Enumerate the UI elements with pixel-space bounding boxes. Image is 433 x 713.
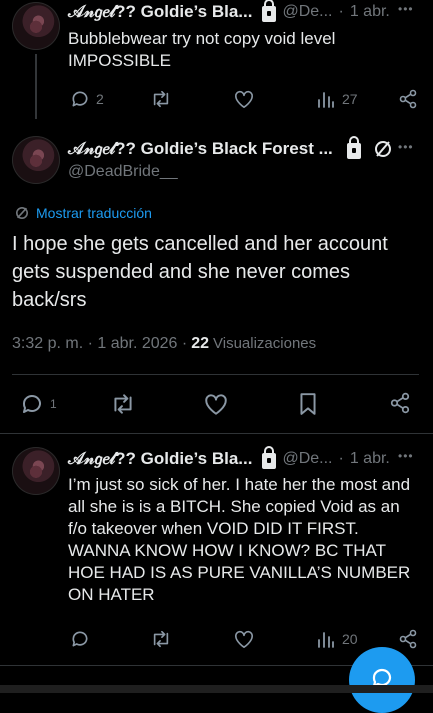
display-name[interactable]: 𝒜𝓃𝑔𝑒𝓁?? Goldie’s Black Forest ... [68,139,333,159]
bookmark-icon [297,392,319,416]
separator-dot: · [338,450,344,467]
translate-icon [14,205,30,221]
share-button[interactable] [389,392,411,414]
post-time[interactable]: 1 abr. [350,450,390,468]
views-icon [316,629,336,649]
share-icon [389,392,411,414]
views-button[interactable]: 20 [316,629,358,649]
like-button[interactable] [233,629,255,649]
lock-icon [262,0,277,22]
post-text: I’m just so sick of her. I hate her the … [68,475,411,604]
reply-button[interactable]: 1 [20,392,57,416]
handle[interactable]: @De... [282,3,332,21]
handle[interactable]: @DeadBride__ [68,163,178,181]
views-count: 27 [342,91,358,107]
avatar[interactable] [12,2,60,50]
post-text: I hope she gets cancelled and her accoun… [12,233,388,311]
bookmark-button[interactable] [297,392,319,416]
post-header: 𝒜𝓃𝑔𝑒𝓁?? Goldie’s Bla... @De... · 1 abr. [68,446,390,469]
separator-dot: · [338,3,344,20]
reply-icon [20,392,44,416]
show-translation-link[interactable]: Mostrar traducción [14,205,152,221]
views-icon [316,89,336,109]
post-time[interactable]: 1 abr. [350,3,390,21]
avatar[interactable] [12,447,60,495]
repost-icon [110,392,136,416]
lock-icon [262,446,277,469]
handle[interactable]: @De... [282,450,332,468]
repost-icon [150,89,172,109]
divider [0,433,433,434]
like-button[interactable] [203,392,229,416]
timestamp[interactable]: 3:32 p. m. · 1 abr. 2026 · [12,335,187,353]
lock-icon [346,136,361,159]
post-text: Bubblebwear try not copy void level IMPO… [68,29,336,70]
system-nav-bar [0,685,433,693]
share-button[interactable] [398,89,418,109]
more-options-icon[interactable]: ••• [398,140,414,154]
heart-icon [233,629,255,649]
post-header: 𝒜𝓃𝑔𝑒𝓁?? Goldie’s Bla... @De... · 1 abr. [68,0,390,22]
avatar[interactable] [12,136,60,184]
reply-icon [70,89,90,109]
repost-icon [150,629,172,649]
more-options-icon[interactable]: ••• [398,2,414,16]
more-options-icon[interactable]: ••• [398,449,414,463]
reply-button[interactable]: 2 [70,89,104,109]
repost-button[interactable] [150,89,172,109]
share-icon [398,629,418,649]
post-header: 𝒜𝓃𝑔𝑒𝓁?? Goldie’s Black Forest ... [68,136,393,160]
show-translation-label: Mostrar traducción [36,205,152,221]
compose-button[interactable] [349,647,415,713]
share-button[interactable] [398,629,418,649]
repost-button[interactable] [110,392,136,416]
reply-count: 2 [96,91,104,107]
display-name[interactable]: 𝒜𝓃𝑔𝑒𝓁?? Goldie’s Bla... [68,2,252,22]
reply-count: 1 [50,397,57,411]
display-name[interactable]: 𝒜𝓃𝑔𝑒𝓁?? Goldie’s Bla... [68,449,252,469]
heart-icon [233,89,255,109]
translate-icon [373,139,393,159]
views-button[interactable]: 27 [316,89,358,109]
thread-line [35,54,37,119]
heart-icon [203,392,229,416]
views-count: 20 [342,631,358,647]
reply-icon [70,629,90,649]
share-icon [398,89,418,109]
post-meta: 3:32 p. m. · 1 abr. 2026 · 22 Visualizac… [12,335,316,353]
like-button[interactable] [233,89,255,109]
repost-button[interactable] [150,629,172,649]
reply-button[interactable] [70,629,90,649]
views-label: Visualizaciones [213,335,317,352]
views-count: 22 [191,335,210,352]
divider [12,374,419,375]
